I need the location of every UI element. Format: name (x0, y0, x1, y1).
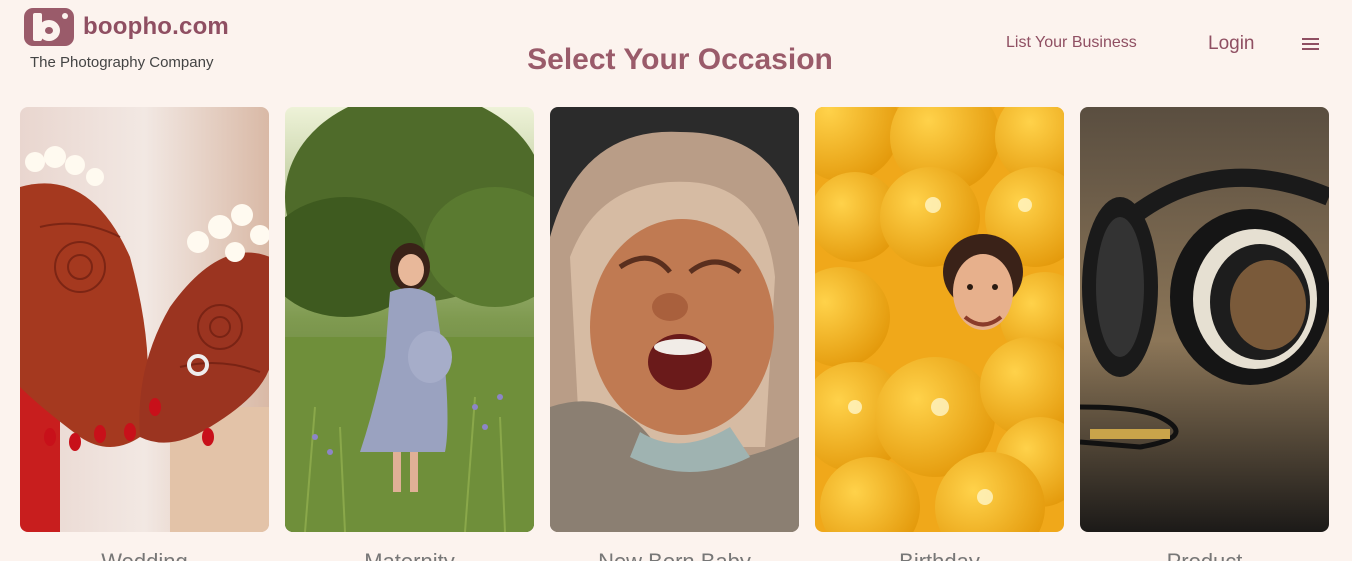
occasion-label[interactable]: Product (1080, 549, 1329, 561)
brand-name: boopho.com (83, 13, 229, 40)
occasion-label[interactable]: Birthday (815, 549, 1064, 561)
hamburger-menu-icon[interactable] (1302, 38, 1319, 51)
login-link[interactable]: Login (1208, 33, 1255, 55)
wedding-image (20, 107, 269, 532)
page: boopho.com The Photography Company Selec… (0, 0, 1352, 561)
page-title: Select Your Occasion (527, 43, 833, 76)
occasion-label[interactable]: New Born Baby (550, 549, 799, 561)
newborn-image (550, 107, 799, 532)
occasion-card-product[interactable] (1080, 107, 1329, 532)
occasion-card-wedding[interactable] (20, 107, 269, 532)
occasion-card-birthday[interactable] (815, 107, 1064, 532)
occasion-label[interactable]: Maternity (285, 549, 534, 561)
brand-logo[interactable]: boopho.com (24, 8, 229, 46)
occasion-card-maternity[interactable] (285, 107, 534, 532)
occasion-card-newborn[interactable] (550, 107, 799, 532)
birthday-image (815, 107, 1064, 532)
list-business-link[interactable]: List Your Business (1006, 34, 1137, 52)
maternity-image (285, 107, 534, 532)
product-image (1080, 107, 1329, 532)
occasion-label[interactable]: Wedding (20, 549, 269, 561)
logo-icon (24, 8, 74, 46)
